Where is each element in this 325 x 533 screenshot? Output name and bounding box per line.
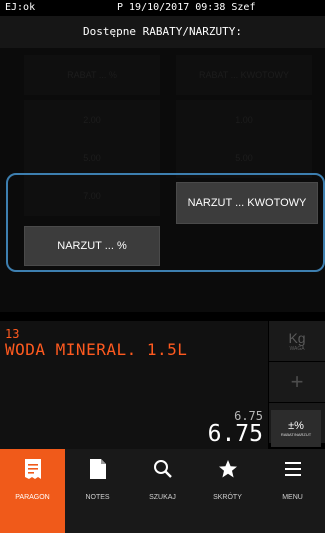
bottom-nav: PARAGON NOTES SZUKAJ SKRÓTY MENU [0,449,325,533]
nav-label: MENU [282,494,303,501]
status-ej: EJ:ok [5,2,36,13]
preset-button[interactable]: 1.00 [176,100,312,140]
notes-icon [87,458,109,480]
nav-label: NOTES [85,494,110,501]
nav-szukaj[interactable]: SZUKAJ [130,449,195,533]
nav-menu[interactable]: MENU [260,449,325,533]
menu-icon [282,458,304,480]
rabat-kwotowy-button[interactable]: RABAT ... KWOTOWY [176,55,312,95]
narzut-percent-button[interactable]: NARZUT ... % [24,226,160,266]
nav-label: SZUKAJ [149,494,176,501]
rabat-narzut-label: RABAT/NARZUT [280,432,312,437]
nav-notes[interactable]: NOTES [65,449,130,533]
scale-sublabel: WAGA [289,346,305,352]
rabat-percent-button[interactable]: RABAT ... % [24,55,160,95]
scale-label: Kg [288,330,306,346]
rabat-narzut-button[interactable]: ±% RABAT/NARZUT [271,410,321,447]
item-name: WODA MINERAL. 1.5L [5,340,188,359]
receipt-display: 13 WODA MINERAL. 1.5L 6.75 6.75 [0,321,268,449]
nav-label: PARAGON [15,494,50,501]
plus-button[interactable]: + [269,362,325,402]
preset-button[interactable]: 2.00 [24,100,160,140]
star-icon [217,458,239,480]
item-number: 13 [5,327,20,341]
plus-icon: + [290,369,304,394]
status-datetime-user: P 19/10/2017 09:38 Szef [117,2,256,13]
nav-paragon[interactable]: PARAGON [0,449,65,533]
plus-minus-percent-icon: ±% [288,420,304,432]
page-title: Dostępne RABATY/NARZUTY: [0,16,325,48]
narzut-kwotowy-button[interactable]: NARZUT ... KWOTOWY [176,182,318,224]
search-icon [152,458,174,480]
preset-button[interactable]: 5.00 [176,138,312,178]
nav-label: SKRÓTY [213,494,242,501]
divider [0,312,325,321]
total-price: 6.75 [207,421,263,447]
scale-button[interactable]: Kg WAGA [269,321,325,361]
nav-skroty[interactable]: SKRÓTY [195,449,260,533]
preset-button[interactable]: 5.00 [24,138,160,178]
receipt-icon [22,458,44,480]
status-bar: EJ:ok P 19/10/2017 09:38 Szef [0,0,325,16]
